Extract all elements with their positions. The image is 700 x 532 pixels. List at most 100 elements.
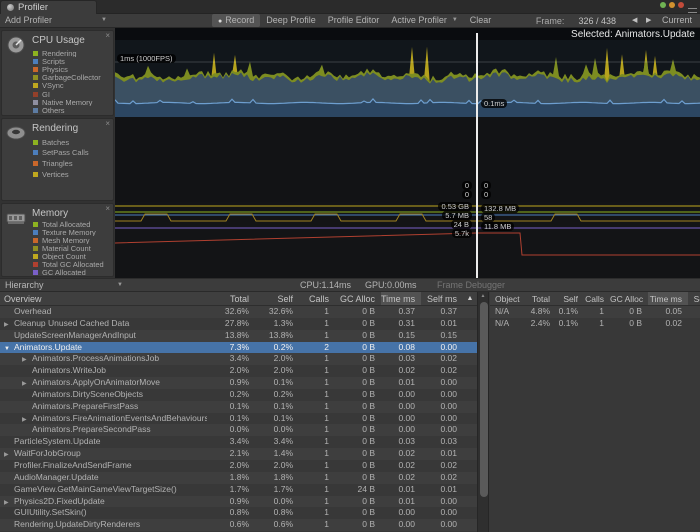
- chart-value-label: 11.8 MB: [481, 222, 514, 231]
- legend-color-swatch[interactable]: [33, 262, 38, 267]
- table-row[interactable]: UpdateScreenManagerAndInput 13.8% 13.8% …: [0, 330, 477, 342]
- memory-right-values: 132.8 MB 58 11.8 MB: [481, 204, 519, 231]
- col-self[interactable]: Self: [255, 292, 299, 305]
- col-gc-alloc[interactable]: GC Alloc: [610, 292, 648, 305]
- deep-profile-button[interactable]: Deep Profile: [260, 14, 322, 27]
- col-self[interactable]: Self: [556, 292, 584, 305]
- foldout-arrow-icon[interactable]: ▶: [4, 320, 14, 330]
- legend-color-swatch[interactable]: [33, 270, 38, 275]
- col-overview[interactable]: Overview: [0, 292, 207, 305]
- green-dot-icon[interactable]: [660, 2, 666, 8]
- table-row[interactable]: ▼Animators.Update 7.3% 0.2% 2 0 B 0.08 0…: [0, 342, 477, 354]
- legend-color-swatch[interactable]: [33, 51, 38, 56]
- table-row[interactable]: ▶Cleanup Unused Cached Data 27.8% 1.3% 1…: [0, 318, 477, 330]
- tab-profiler[interactable]: Profiler: [0, 0, 97, 14]
- col-time-ms[interactable]: Time ms: [381, 292, 421, 305]
- profile-editor-button[interactable]: Profile Editor: [322, 14, 386, 27]
- cell-calls: 1: [299, 436, 335, 448]
- table-row[interactable]: ▶Animators.ProcessAnimationsJob 3.4% 2.0…: [0, 353, 477, 365]
- active-profiler-dropdown[interactable]: Active Profiler ▼: [385, 14, 463, 27]
- cpu-area-plot[interactable]: [115, 40, 700, 117]
- col-calls[interactable]: Calls: [584, 292, 610, 305]
- table-row[interactable]: ▶Animators.ApplyOnAnimatorMove 0.9% 0.1%…: [0, 377, 477, 389]
- chart-area[interactable]: Selected: Animators.Update 1ms (1000FPS)…: [115, 28, 700, 278]
- legend-color-swatch[interactable]: [33, 222, 38, 227]
- table-row[interactable]: Animators.PrepareSecondPass 0.0% 0.0% 1 …: [0, 424, 477, 436]
- next-frame-button[interactable]: ▶: [640, 14, 654, 27]
- foldout-arrow-icon[interactable]: ▶: [4, 450, 14, 460]
- table-row[interactable]: GameView.GetMainGameViewTargetSize() 1.7…: [0, 484, 477, 496]
- table-row[interactable]: ParticleSystem.Update 3.4% 3.4% 1 0 B 0.…: [0, 436, 477, 448]
- legend-color-swatch[interactable]: [33, 246, 38, 251]
- scrollbar-thumb[interactable]: [480, 302, 488, 497]
- table-row[interactable]: Animators.WriteJob 2.0% 2.0% 1 0 B 0.02 …: [0, 365, 477, 377]
- current-frame-button[interactable]: Current: [654, 14, 700, 27]
- col-total[interactable]: Total: [524, 292, 556, 305]
- red-dot-icon[interactable]: [678, 2, 684, 8]
- legend-color-swatch[interactable]: [33, 230, 38, 235]
- rendering-chart[interactable]: 0 0 0 0: [115, 117, 700, 202]
- table-row[interactable]: Profiler.FinalizeAndSendFrame 2.0% 2.0% …: [0, 460, 477, 472]
- record-button[interactable]: ●Record: [212, 14, 260, 27]
- add-profiler-dropdown[interactable]: Add Profiler ▼: [0, 14, 112, 27]
- col-object[interactable]: Object: [490, 292, 524, 305]
- table-row[interactable]: AudioManager.Update 1.8% 1.8% 1 0 B 0.02…: [0, 472, 477, 484]
- memory-module[interactable]: Memory × Total Allocated Texture Memory …: [1, 203, 114, 277]
- clear-button[interactable]: Clear: [464, 14, 498, 27]
- cpu-usage-chart[interactable]: Selected: Animators.Update 1ms (1000FPS)…: [115, 28, 700, 117]
- sort-asc-icon[interactable]: ▲: [463, 292, 477, 305]
- table-row[interactable]: ▶Physics2D.FixedUpdate 0.9% 0.0% 1 0 B 0…: [0, 496, 477, 508]
- legend-color-swatch[interactable]: [33, 83, 38, 88]
- col-calls[interactable]: Calls: [299, 292, 335, 305]
- rendering-module[interactable]: Rendering × Batches SetPass Calls Triang…: [1, 118, 114, 201]
- table-row[interactable]: GUIUtility.SetSkin() 0.8% 0.8% 1 0 B 0.0…: [0, 507, 477, 519]
- legend-color-swatch[interactable]: [33, 172, 38, 177]
- legend-color-swatch[interactable]: [33, 150, 38, 155]
- table-row[interactable]: ▶Animators.FireAnimationEventsAndBehavio…: [0, 413, 477, 425]
- col-total[interactable]: Total: [207, 292, 255, 305]
- pane-menu-icon[interactable]: [688, 8, 697, 13]
- legend-color-swatch[interactable]: [33, 92, 38, 97]
- col-time-ms[interactable]: Time ms: [648, 292, 688, 305]
- col-self-ms[interactable]: Self ms: [688, 292, 700, 305]
- table-row[interactable]: Overhead 32.6% 32.6% 1 0 B 0.37 0.37: [0, 306, 477, 318]
- frame-debugger-button[interactable]: Frame Debugger: [437, 280, 505, 290]
- table-row[interactable]: Animators.PrepareFirstPass 0.1% 0.1% 1 0…: [0, 401, 477, 413]
- foldout-arrow-icon[interactable]: ▼: [4, 344, 14, 354]
- table-scrollbar[interactable]: ▲: [477, 292, 489, 532]
- col-gc-alloc[interactable]: GC Alloc: [335, 292, 381, 305]
- legend-color-swatch[interactable]: [33, 75, 38, 80]
- detail-row[interactable]: N/A 4.8% 0.1% 1 0 B 0.05 0.0: [490, 306, 700, 318]
- chart-value-label: 0.53 GB: [438, 202, 472, 211]
- legend-color-swatch[interactable]: [33, 59, 38, 64]
- hierarchy-dropdown[interactable]: Hierarchy ▼: [0, 279, 128, 292]
- legend-color-swatch[interactable]: [33, 161, 38, 166]
- cpu-usage-module[interactable]: CPU Usage × Rendering Scripts Physics Ga…: [1, 30, 114, 116]
- cell-self: 0.1%: [255, 377, 299, 389]
- yellow-dot-icon[interactable]: [669, 2, 675, 8]
- detail-row[interactable]: N/A 2.4% 0.1% 1 0 B 0.02 0.0: [490, 318, 700, 330]
- scroll-up-icon[interactable]: ▲: [478, 292, 488, 301]
- legend-color-swatch[interactable]: [33, 67, 38, 72]
- close-icon[interactable]: ×: [105, 120, 110, 128]
- table-row[interactable]: Rendering.UpdateDirtyRenderers 0.6% 0.6%…: [0, 519, 477, 531]
- memory-chart[interactable]: 0.53 GB 5.7 MB 24 B 5.7k 132.8 MB 58 11.…: [115, 202, 700, 278]
- current-frame-marker[interactable]: [476, 33, 478, 278]
- legend-color-swatch[interactable]: [33, 238, 38, 243]
- cell-time-ms: 0.01: [381, 484, 421, 496]
- legend-color-swatch[interactable]: [33, 108, 38, 113]
- table-row[interactable]: Animators.DirtySceneObjects 0.2% 0.2% 1 …: [0, 389, 477, 401]
- legend-color-swatch[interactable]: [33, 140, 38, 145]
- foldout-arrow-icon[interactable]: ▶: [22, 355, 32, 365]
- prev-frame-button[interactable]: ◀: [626, 14, 640, 27]
- close-icon[interactable]: ×: [105, 32, 110, 40]
- table-row[interactable]: ▶WaitForJobGroup 2.1% 1.4% 1 0 B 0.02 0.…: [0, 448, 477, 460]
- foldout-arrow-icon[interactable]: ▶: [22, 415, 32, 425]
- legend-color-swatch[interactable]: [33, 254, 38, 259]
- col-self-ms[interactable]: Self ms: [421, 292, 463, 305]
- legend-label: GarbageCollector: [42, 74, 101, 82]
- foldout-arrow-icon[interactable]: ▶: [4, 498, 14, 508]
- foldout-arrow-icon[interactable]: ▶: [22, 379, 32, 389]
- legend-color-swatch[interactable]: [33, 100, 38, 105]
- close-icon[interactable]: ×: [105, 205, 110, 213]
